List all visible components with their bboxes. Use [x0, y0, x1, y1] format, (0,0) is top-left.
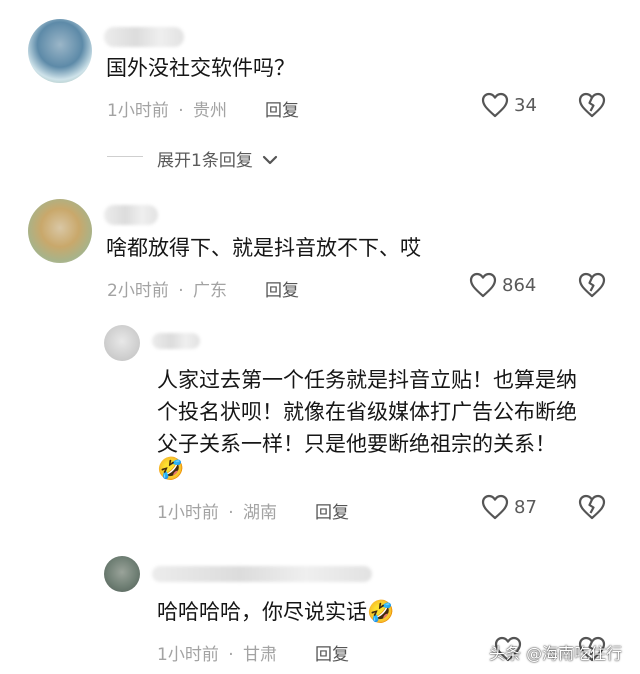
meta-separator: · [178, 101, 184, 121]
heart-outline-icon[interactable] [481, 92, 509, 118]
laughing-emoji: 🤣 [157, 457, 185, 482]
reply-location: 湖南 [243, 503, 278, 523]
comment-location: 广东 [193, 281, 228, 301]
like-count: 864 [502, 275, 537, 296]
comment-text: 国外没社交软件吗？ [106, 56, 295, 80]
meta-separator: · [228, 645, 234, 665]
comment-meta: 2小时前 · 广东 [107, 276, 227, 301]
broken-heart-icon[interactable] [578, 92, 606, 118]
username-blurred[interactable] [104, 27, 184, 47]
expand-replies-button[interactable]: 展开1条回复 [157, 146, 278, 171]
avatar[interactable] [28, 199, 92, 263]
heart-outline-icon[interactable] [481, 494, 509, 520]
meta-separator: · [178, 281, 184, 301]
heart-outline-icon[interactable] [469, 272, 497, 298]
username-blurred[interactable] [152, 566, 372, 582]
comment-time: 1小时前 [107, 101, 169, 121]
reply-text-line: 人家过去第一个任务就是抖音立贴！也算是纳 [157, 368, 577, 392]
reply-button[interactable]: 回复 [315, 640, 349, 665]
reply-text: 哈哈哈哈，你尽说实话🤣 [157, 597, 394, 628]
chevron-down-icon [262, 151, 278, 171]
avatar[interactable] [104, 556, 140, 592]
avatar[interactable] [28, 19, 92, 83]
reply-text-line: 父子关系一样！只是他要断绝祖宗的关系！ [157, 432, 556, 456]
laughing-emoji: 🤣 [367, 600, 395, 625]
comment-time: 2小时前 [107, 281, 169, 301]
watermark: 头条 @海南吃住行 [489, 644, 623, 663]
meta-separator: · [228, 503, 234, 523]
broken-heart-icon[interactable] [578, 494, 606, 520]
reply-time: 1小时前 [157, 645, 219, 665]
reply-button[interactable]: 回复 [265, 96, 299, 121]
expand-divider [107, 156, 143, 157]
broken-heart-icon[interactable] [578, 272, 606, 298]
reply-button[interactable]: 回复 [315, 498, 349, 523]
reply-location: 甘肃 [243, 645, 278, 665]
reply-meta: 1小时前 · 甘肃 [157, 640, 277, 665]
avatar[interactable] [104, 325, 140, 361]
like-count: 87 [514, 497, 537, 518]
reply-button[interactable]: 回复 [265, 276, 299, 301]
comment-text: 啥都放得下、就是抖音放不下、哎 [106, 236, 421, 260]
reply-meta: 1小时前 · 湖南 [157, 498, 277, 523]
username-blurred[interactable] [104, 205, 158, 225]
reply-time: 1小时前 [157, 503, 219, 523]
comment-meta: 1小时前 · 贵州 [107, 96, 227, 121]
reply-text-content: 哈哈哈哈，你尽说实话 [157, 600, 367, 624]
reply-text-line: 个投名状呗！就像在省级媒体打广告公布断绝 [157, 400, 577, 424]
expand-label: 展开1条回复 [157, 151, 253, 171]
username-blurred[interactable] [152, 333, 200, 349]
like-count: 34 [514, 95, 537, 116]
comment-location: 贵州 [193, 101, 228, 121]
